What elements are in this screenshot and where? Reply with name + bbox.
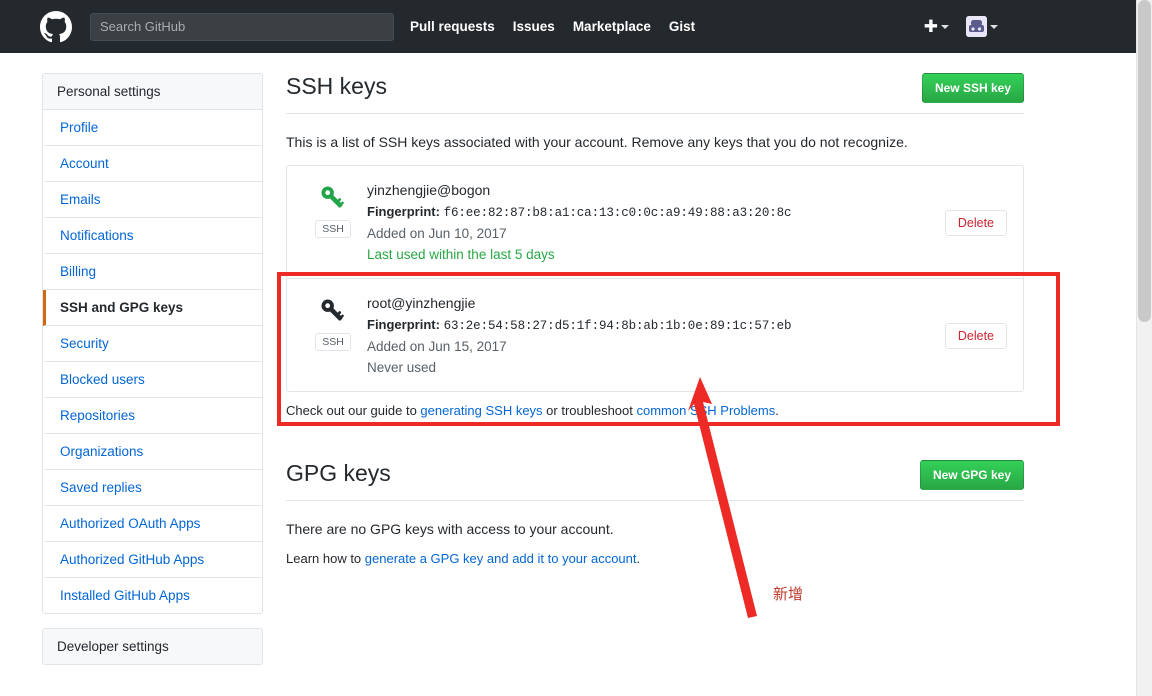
sidebar-item-authorized-github-apps[interactable]: Authorized GitHub Apps <box>43 542 262 578</box>
key-type-badge: SSH <box>315 332 351 352</box>
delete-button[interactable]: Delete <box>944 322 1007 349</box>
scrollbar-thumb[interactable] <box>1138 0 1151 322</box>
generating-ssh-keys-link[interactable]: generating SSH keys <box>420 403 542 418</box>
create-new-menu[interactable]: ✚ <box>924 18 949 35</box>
common-ssh-problems-link[interactable]: common SSH Problems <box>637 403 776 418</box>
ssh-guide-note: Check out our guide to generating SSH ke… <box>286 403 1024 418</box>
nav-marketplace[interactable]: Marketplace <box>573 19 651 34</box>
key-fingerprint-value: 63:2e:54:58:27:d5:1f:94:8b:ab:1b:0e:89:1… <box>443 318 792 333</box>
sidebar-item-authorized-oauth-apps[interactable]: Authorized OAuth Apps <box>43 506 262 542</box>
key-icon-green <box>317 182 349 214</box>
github-mark-icon[interactable] <box>40 10 72 43</box>
guide-prefix: Check out our guide to <box>286 402 421 418</box>
sidebar-item-notifications[interactable]: Notifications <box>43 218 262 254</box>
sidebar-item-organizations[interactable]: Organizations <box>43 434 262 470</box>
settings-sidebar: Personal settings Profile Account Emails… <box>42 73 263 665</box>
search-input[interactable] <box>90 12 394 41</box>
sidebar-item-saved-replies[interactable]: Saved replies <box>43 470 262 506</box>
key-actions: Delete <box>944 209 1007 236</box>
delete-button[interactable]: Delete <box>944 209 1007 236</box>
ssh-keys-list: SSH yinzhengjie@bogon Fingerprint: f6:ee… <box>286 165 1024 392</box>
key-title: yinzhengjie@bogon <box>367 182 491 198</box>
sidebar-item-installed-github-apps[interactable]: Installed GitHub Apps <box>43 578 262 613</box>
table-row: SSH yinzhengjie@bogon Fingerprint: f6:ee… <box>287 166 1023 279</box>
global-nav: Pull requests Issues Marketplace Gist <box>410 19 695 34</box>
key-fingerprint: Fingerprint: f6:ee:82:87:b8:a1:ca:13:c0:… <box>367 202 945 223</box>
nav-pull-requests[interactable]: Pull requests <box>410 19 495 34</box>
sidebar-item-repositories[interactable]: Repositories <box>43 398 262 434</box>
page-title: SSH keys <box>286 73 387 99</box>
header-actions: ✚ <box>924 16 1120 37</box>
page-body: Personal settings Profile Account Emails… <box>0 53 1136 696</box>
gpg-empty-text: There are no GPG keys with access to you… <box>286 520 614 537</box>
key-fingerprint-label: Fingerprint: <box>367 203 440 219</box>
sidebar-item-security[interactable]: Security <box>43 326 262 362</box>
gpg-keys-section: GPG keys New GPG key There are no GPG ke… <box>286 459 1024 566</box>
page-root: Pull requests Issues Marketplace Gist ✚ <box>0 0 1152 696</box>
key-title: root@yinzhengjie <box>367 294 476 311</box>
key-icon-column: SSH <box>303 293 363 352</box>
sidebar-item-emails[interactable]: Emails <box>43 182 262 218</box>
personal-settings-menu: Personal settings Profile Account Emails… <box>42 73 263 614</box>
key-type-badge: SSH <box>315 220 351 239</box>
nav-gist[interactable]: Gist <box>669 19 695 34</box>
ssh-keys-description: This is a list of SSH keys associated wi… <box>286 134 908 150</box>
new-ssh-key-button[interactable]: New SSH key <box>921 73 1024 103</box>
chevron-down-icon <box>941 24 949 29</box>
nav-issues[interactable]: Issues <box>513 19 555 34</box>
user-menu[interactable] <box>966 16 998 37</box>
key-icon-column: SSH <box>303 180 363 239</box>
key-icon-dark <box>317 295 349 327</box>
page-scrollbar[interactable] <box>1136 0 1152 696</box>
key-fingerprint-value: f6:ee:82:87:b8:a1:ca:13:c0:0c:a9:49:88:a… <box>443 205 792 220</box>
key-added-date: Added on Jun 15, 2017 <box>367 338 507 354</box>
sidebar-item-account[interactable]: Account <box>43 146 262 182</box>
chevron-down-icon <box>990 24 998 29</box>
user-avatar-icon <box>966 16 987 37</box>
developer-settings-menu[interactable]: Developer settings <box>42 628 263 665</box>
key-details: yinzhengjie@bogon Fingerprint: f6:ee:82:… <box>363 180 945 266</box>
key-fingerprint-label: Fingerprint: <box>367 316 440 332</box>
annotation-label: 新增 <box>773 585 804 603</box>
generate-gpg-key-link[interactable]: generate a GPG key and add it to your ac… <box>365 551 637 566</box>
key-actions: Delete <box>944 322 1007 349</box>
ssh-keys-header: SSH keys New SSH key <box>286 73 1024 114</box>
learn-prefix: Learn how to <box>286 550 365 566</box>
sidebar-item-blocked-users[interactable]: Blocked users <box>43 362 262 398</box>
global-header: Pull requests Issues Marketplace Gist ✚ <box>0 0 1136 53</box>
key-last-used: Never used <box>367 360 437 376</box>
sidebar-item-billing[interactable]: Billing <box>43 254 262 290</box>
key-details: root@yinzhengjie Fingerprint: 63:2e:54:5… <box>363 293 945 379</box>
guide-suffix: . <box>775 402 779 418</box>
sidebar-item-ssh-and-gpg-keys[interactable]: SSH and GPG keys <box>43 290 262 326</box>
learn-suffix: . <box>636 550 641 566</box>
sidebar-item-profile[interactable]: Profile <box>43 110 262 146</box>
key-added-date: Added on Jun 10, 2017 <box>367 225 507 241</box>
gpg-keys-header: GPG keys New GPG key <box>286 459 1024 501</box>
gpg-section-title: GPG keys <box>286 459 391 486</box>
settings-main: SSH keys New SSH key This is a list of S… <box>286 73 1024 566</box>
plus-icon: ✚ <box>923 17 938 36</box>
new-gpg-key-button[interactable]: New GPG key <box>919 459 1024 490</box>
gpg-learn-note: Learn how to generate a GPG key and add … <box>286 551 1024 566</box>
table-row: SSH root@yinzhengjie Fingerprint: 63:2e:… <box>287 279 1023 391</box>
developer-settings-heading: Developer settings <box>43 629 262 664</box>
guide-middle: or troubleshoot <box>542 402 637 418</box>
key-last-used: Last used within the last 5 days <box>367 247 555 263</box>
sidebar-heading: Personal settings <box>43 74 262 110</box>
key-fingerprint: Fingerprint: 63:2e:54:58:27:d5:1f:94:8b:… <box>367 315 945 336</box>
